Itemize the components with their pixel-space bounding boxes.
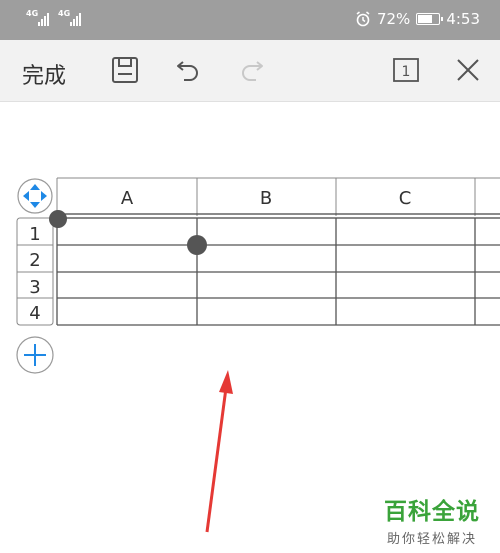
save-icon[interactable] bbox=[109, 54, 141, 86]
row-header-3[interactable]: 3 bbox=[29, 277, 40, 298]
alarm-icon bbox=[356, 11, 370, 27]
column-header-b[interactable]: B bbox=[260, 188, 272, 209]
add-row-button[interactable] bbox=[16, 336, 54, 374]
signal-label-1: 4G bbox=[26, 9, 39, 18]
toolbar: 完成 1 bbox=[0, 40, 500, 102]
battery-percent: 72% bbox=[376, 10, 411, 28]
signal-bars-2-icon bbox=[70, 12, 82, 26]
row-header-1[interactable]: 1 bbox=[29, 224, 40, 245]
table-body[interactable] bbox=[56, 218, 500, 326]
selection-handle-start[interactable] bbox=[49, 210, 67, 228]
redo-icon[interactable] bbox=[236, 54, 268, 86]
watermark: 百科全说 助你轻松解决 bbox=[372, 492, 492, 547]
page-count: 1 bbox=[402, 64, 411, 80]
annotation-arrow-icon bbox=[205, 370, 233, 533]
signal-label-2: 4G bbox=[58, 9, 71, 18]
watermark-subtitle: 助你轻松解决 bbox=[386, 532, 477, 547]
move-table-icon[interactable] bbox=[17, 178, 53, 214]
column-header-a[interactable]: A bbox=[121, 188, 134, 209]
close-icon[interactable] bbox=[452, 54, 484, 86]
page-icon[interactable]: 1 bbox=[390, 54, 422, 86]
column-header-c[interactable]: C bbox=[399, 188, 412, 209]
status-right: 72% 4:53 bbox=[349, 10, 480, 28]
signal-bars-1-icon bbox=[38, 12, 50, 26]
clock: 4:53 bbox=[446, 10, 480, 28]
watermark-title: 百科全说 bbox=[384, 499, 480, 525]
row-header-4[interactable]: 4 bbox=[29, 303, 40, 324]
status-bar: 4G 4G 72% 4:53 bbox=[0, 0, 500, 40]
undo-icon[interactable] bbox=[172, 54, 204, 86]
row-header-2[interactable]: 2 bbox=[29, 250, 40, 271]
done-button[interactable]: 完成 bbox=[22, 58, 66, 90]
battery-icon bbox=[416, 13, 444, 25]
selection-handle-end[interactable] bbox=[187, 235, 207, 255]
